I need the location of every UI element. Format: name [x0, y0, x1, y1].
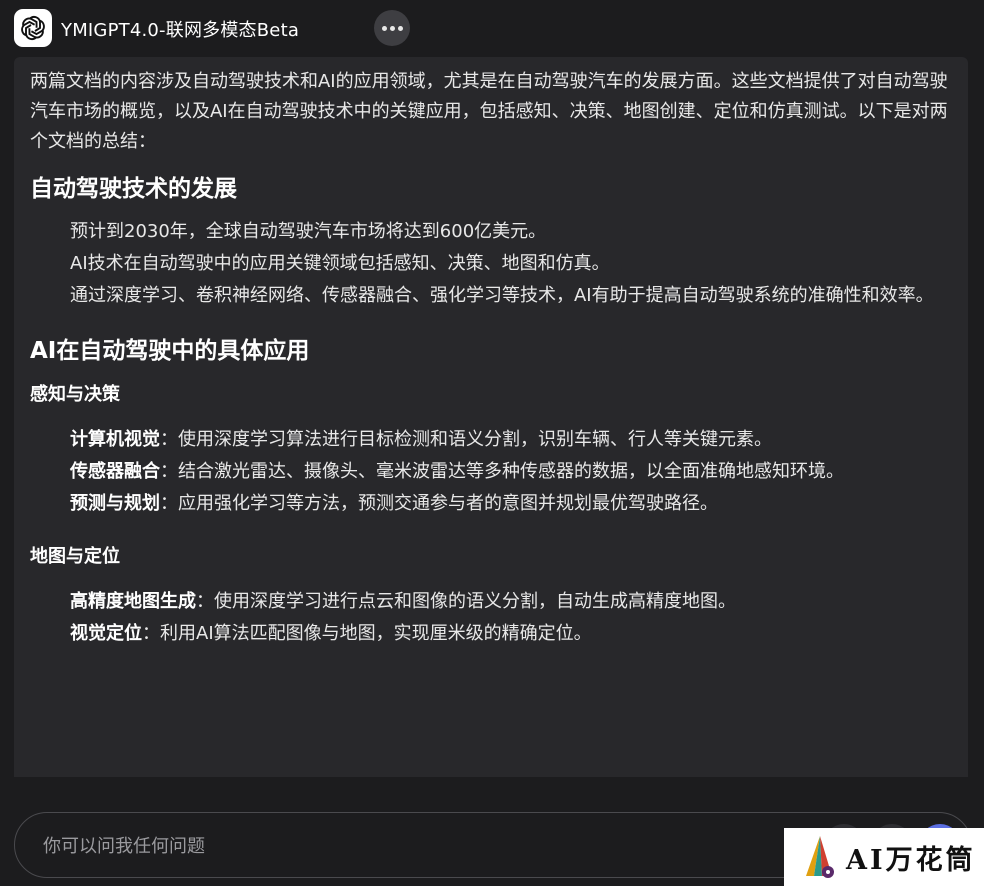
list-item: 视觉定位：利用AI算法匹配图像与地图，实现厘米级的精确定位。 — [70, 619, 952, 649]
app-title: YMIGPT4.0-联网多模态Beta — [61, 20, 300, 41]
more-options-button[interactable] — [374, 10, 410, 46]
list-item: 计算机视觉：使用深度学习算法进行目标检测和语义分割，识别车辆、行人等关键元素。 — [70, 425, 952, 455]
list-item: 传感器融合：结合激光雷达、摄像头、毫米波雷达等多种传感器的数据，以全面准确地感知… — [70, 457, 952, 487]
subsection-heading: 感知与决策 — [30, 384, 120, 405]
subsection-heading: 地图与定位 — [30, 546, 120, 567]
desc: ：利用AI算法匹配图像与地图，实现厘米级的精确定位。 — [142, 623, 592, 644]
watermark-text: AI万花筒 — [846, 844, 976, 876]
assistant-message: 两篇文档的内容涉及自动驾驶技术和AI的应用领域，尤其是在自动驾驶汽车的发展方面。… — [14, 57, 968, 777]
list-item: AI技术在自动驾驶中的应用关键领域包括感知、决策、地图和仿真。 — [70, 253, 610, 274]
term: 预测与规划 — [70, 493, 160, 514]
desc: ：使用深度学习算法进行目标检测和语义分割，识别车辆、行人等关键元素。 — [160, 429, 772, 450]
list-item: 通过深度学习、卷积神经网络、传感器融合、强化学习等技术，AI有助于提高自动驾驶系… — [70, 285, 934, 306]
chat-header: YMIGPT4.0-联网多模态Beta — [0, 0, 984, 56]
more-dot — [389, 25, 395, 31]
desc: ：使用深度学习进行点云和图像的语义分割，自动生成高精度地图。 — [196, 591, 736, 612]
term: 传感器融合 — [70, 461, 160, 482]
section-heading: AI在自动驾驶中的具体应用 — [30, 338, 310, 364]
wanhuatong-logo-icon — [806, 836, 834, 878]
message-intro: 两篇文档的内容涉及自动驾驶技术和AI的应用领域，尤其是在自动驾驶汽车的发展方面。… — [30, 71, 948, 152]
chat-input[interactable] — [41, 831, 785, 861]
list-item: 预测与规划：应用强化学习等方法，预测交通参与者的意图并规划最优驾驶路径。 — [70, 489, 952, 519]
term: 计算机视觉 — [70, 429, 160, 450]
list-item: 预计到2030年，全球自动驾驶汽车市场将达到600亿美元。 — [70, 221, 547, 242]
term: 视觉定位 — [70, 623, 142, 644]
more-dots-icon — [381, 25, 387, 31]
bullet-list: 预计到2030年，全球自动驾驶汽车市场将达到600亿美元。 AI技术在自动驾驶中… — [30, 217, 952, 311]
openai-logo-icon — [14, 9, 52, 47]
term: 高精度地图生成 — [70, 591, 196, 612]
desc: ：结合激光雷达、摄像头、毫米波雷达等多种传感器的数据，以全面准确地感知环境。 — [160, 461, 844, 482]
desc: ：应用强化学习等方法，预测交通参与者的意图并规划最优驾驶路径。 — [160, 493, 718, 514]
list-item: 高精度地图生成：使用深度学习进行点云和图像的语义分割，自动生成高精度地图。 — [70, 587, 952, 617]
bullet-list: 计算机视觉：使用深度学习算法进行目标检测和语义分割，识别车辆、行人等关键元素。 … — [30, 425, 952, 519]
section-heading: 自动驾驶技术的发展 — [30, 176, 237, 202]
watermark: AI万花筒 — [784, 828, 984, 886]
more-dot — [397, 25, 403, 31]
bullet-list: 高精度地图生成：使用深度学习进行点云和图像的语义分割，自动生成高精度地图。 视觉… — [30, 587, 952, 649]
